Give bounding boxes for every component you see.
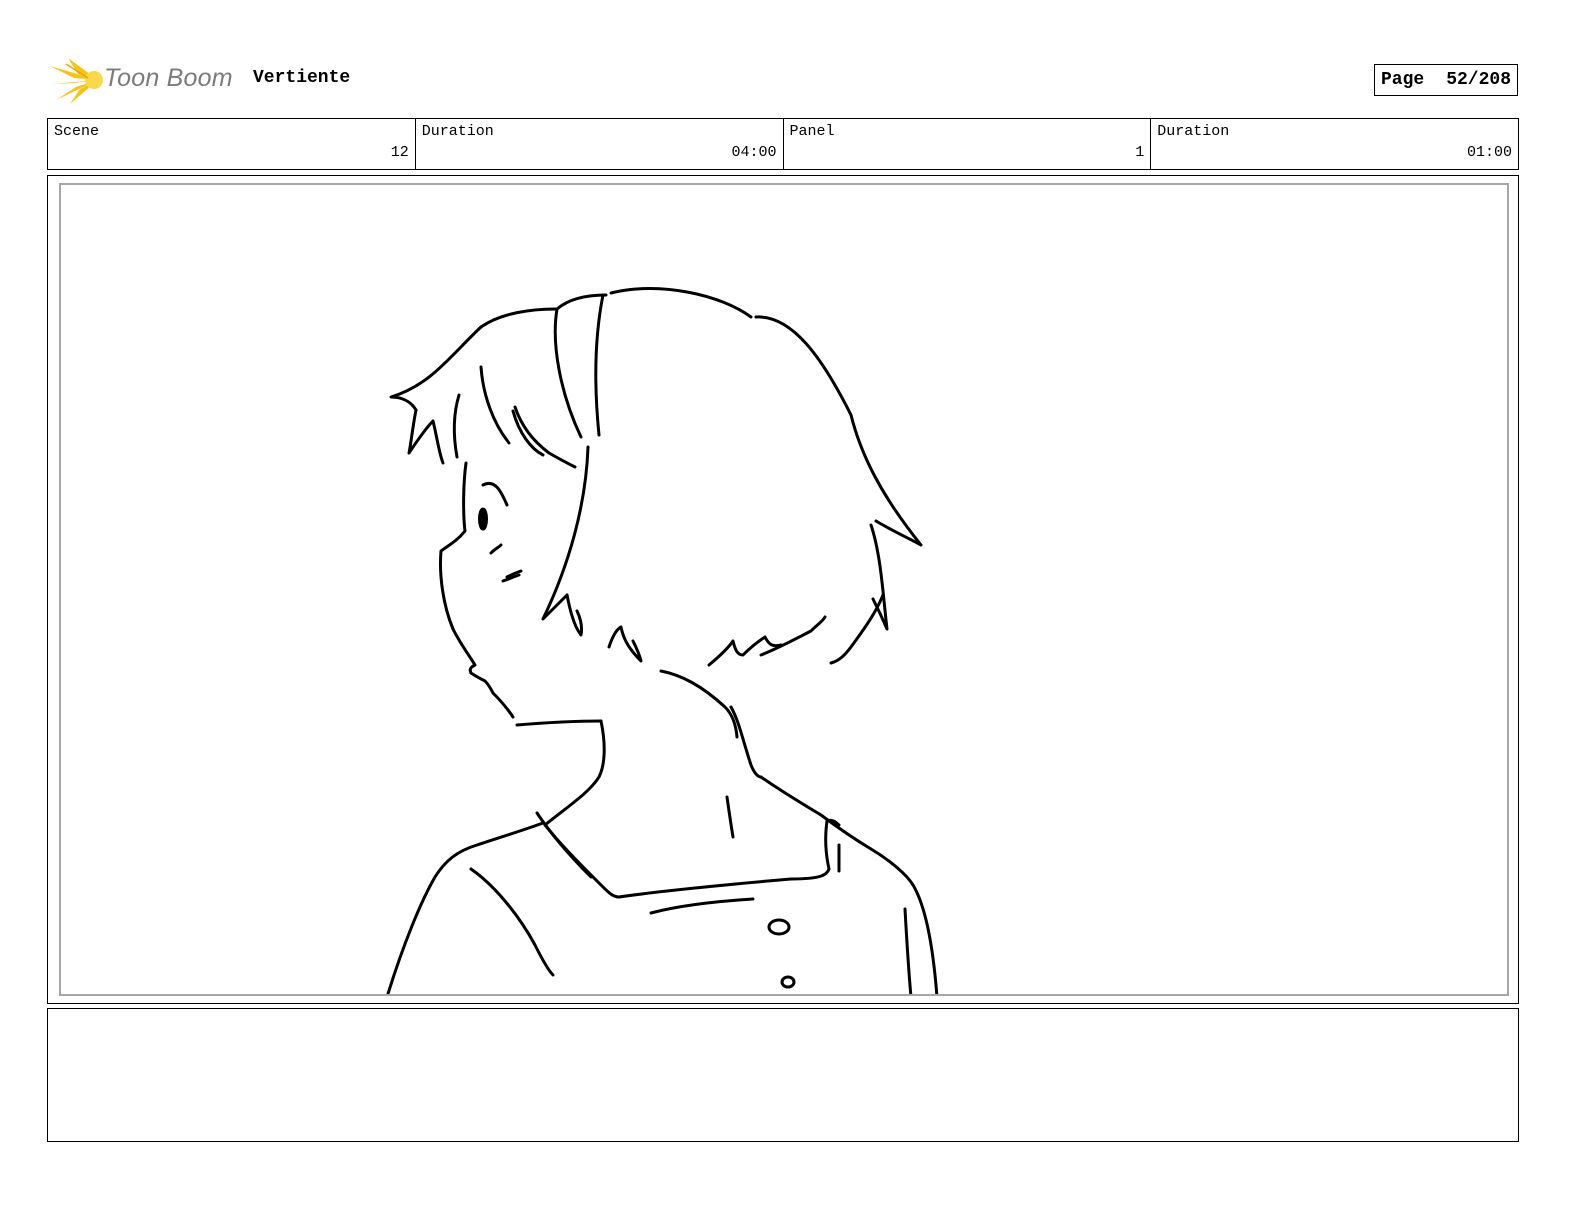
chin-line [515,719,603,727]
page-label: Page [1380,70,1425,90]
hair-bang-1 [407,408,445,465]
panel-frame [47,175,1519,1004]
sleeve-right-inner [903,907,913,994]
panel-value: 1 [1135,144,1145,161]
panel-info-row: Scene 12 Duration 04:00 Panel 1 Duration… [47,118,1519,170]
hair-bottom-4 [759,615,827,657]
neck-front [543,719,606,827]
logo-text: Toon Boom [104,64,233,92]
shoulder-back [759,775,915,887]
panel-duration-value: 01:00 [1466,144,1512,161]
hair-top-crown [555,293,608,311]
page-number: 52/208 [1446,70,1511,90]
hair-bottom-2 [607,625,643,663]
blush-1 [489,543,503,555]
button-1 [767,918,791,936]
scene-value: 12 [390,144,409,161]
face-cheek [451,627,515,719]
panel-image-area [59,183,1509,996]
neck-back-1 [659,669,739,739]
storyboard-header: Toon Boom Vertiente Page 52/208 [48,52,1518,108]
collar-right [789,818,841,881]
toon-boom-logo: Toon Boom [48,54,238,106]
panel-cell: Panel 1 [784,119,1152,169]
shoulder-left [386,821,545,994]
panel-label: Panel [789,123,835,140]
sketch-drawing [386,287,939,994]
scene-duration-label: Duration [421,123,494,140]
hair-back-right [754,315,923,547]
scene-duration-value: 04:00 [731,144,777,161]
scene-label: Scene [54,123,100,140]
hair-bottom-1 [565,593,583,637]
hair-bang-3 [479,365,511,445]
hair-top-left [479,307,558,329]
hair-top-back [609,287,753,319]
eye-upper [481,482,509,507]
panel-duration-label: Duration [1157,123,1230,140]
toon-boom-starburst-icon [50,58,103,104]
hair-back-front [541,445,590,621]
panel-notes-box [47,1008,1519,1142]
girl-sketch [386,287,939,994]
project-title: Vertiente [253,68,351,88]
hair-bang-2 [452,393,461,459]
button-2 [780,975,796,989]
panel-duration-cell: Duration 01:00 [1151,119,1518,169]
neck-line [725,795,735,839]
page-indicator: Page 52/208 [1373,64,1518,96]
hair-part-left [553,307,583,439]
scene-duration-cell: Duration 04:00 [416,119,784,169]
neck-back-2 [729,705,763,779]
sleeve-left [469,867,555,977]
hair-part-right [594,293,605,437]
scene-cell: Scene 12 [48,119,416,169]
collar-under [649,897,755,915]
forehead-line [439,461,468,631]
eye [478,507,488,531]
hair-outer-left [389,325,483,412]
sleeve-right [911,883,939,994]
collar-left [543,823,621,899]
collar-bottom [617,877,793,899]
